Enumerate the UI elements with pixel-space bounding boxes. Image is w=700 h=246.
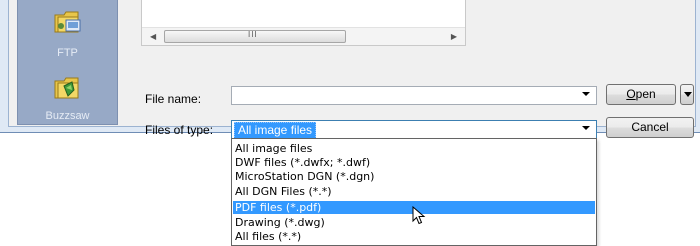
chevron-down-icon bbox=[684, 92, 692, 97]
place-label-ftp: FTP bbox=[57, 47, 78, 59]
open-options-button[interactable] bbox=[680, 84, 694, 105]
place-ftp[interactable]: FTP bbox=[18, 0, 117, 64]
file-name-dropdown-arrow-icon[interactable] bbox=[582, 92, 590, 96]
files-of-type-dropdown-arrow-icon[interactable] bbox=[582, 126, 590, 130]
dropdown-option[interactable]: All DGN Files (*.*) bbox=[233, 185, 595, 198]
cancel-button[interactable]: Cancel bbox=[606, 117, 694, 138]
buzzsaw-folder-icon bbox=[54, 77, 79, 99]
open-button-accelerator: O bbox=[626, 87, 636, 101]
files-of-type-select[interactable]: All image files bbox=[231, 120, 597, 139]
files-of-type-value: All image files bbox=[234, 122, 317, 139]
files-of-type-dropdown-list: All image files DWF files (*.dwfx; *.dwf… bbox=[231, 138, 597, 246]
files-of-type-label: Files of type: bbox=[145, 123, 214, 137]
file-list-view[interactable]: ◀ III ▶ bbox=[141, 0, 466, 46]
dropdown-option[interactable]: MicroStation DGN (*.dgn) bbox=[233, 170, 595, 183]
file-name-value bbox=[234, 88, 240, 103]
horizontal-scrollbar[interactable]: ◀ III ▶ bbox=[142, 27, 465, 45]
open-button-label: pen bbox=[635, 87, 656, 101]
mouse-cursor-icon bbox=[412, 206, 426, 225]
dropdown-option[interactable]: All files (*.*) bbox=[233, 230, 595, 243]
place-buzzsaw[interactable]: Buzzsaw bbox=[18, 64, 117, 124]
open-button[interactable]: Open bbox=[606, 84, 676, 105]
dropdown-option[interactable]: All image files bbox=[233, 142, 595, 155]
scroll-right-arrow-icon[interactable]: ▶ bbox=[451, 32, 457, 41]
file-name-label: File name: bbox=[145, 92, 202, 106]
scroll-left-arrow-icon[interactable]: ◀ bbox=[150, 32, 156, 41]
file-name-input[interactable] bbox=[231, 86, 597, 105]
place-label-buzzsaw: Buzzsaw bbox=[45, 110, 90, 122]
dropdown-option[interactable]: DWF files (*.dwfx; *.dwf) bbox=[233, 156, 595, 169]
scrollbar-thumb[interactable]: III bbox=[164, 30, 346, 43]
scroll-grip-icon: III bbox=[248, 30, 258, 39]
places-bar: FTP Buzzsaw bbox=[17, 0, 118, 125]
ftp-folder-icon bbox=[54, 11, 81, 33]
